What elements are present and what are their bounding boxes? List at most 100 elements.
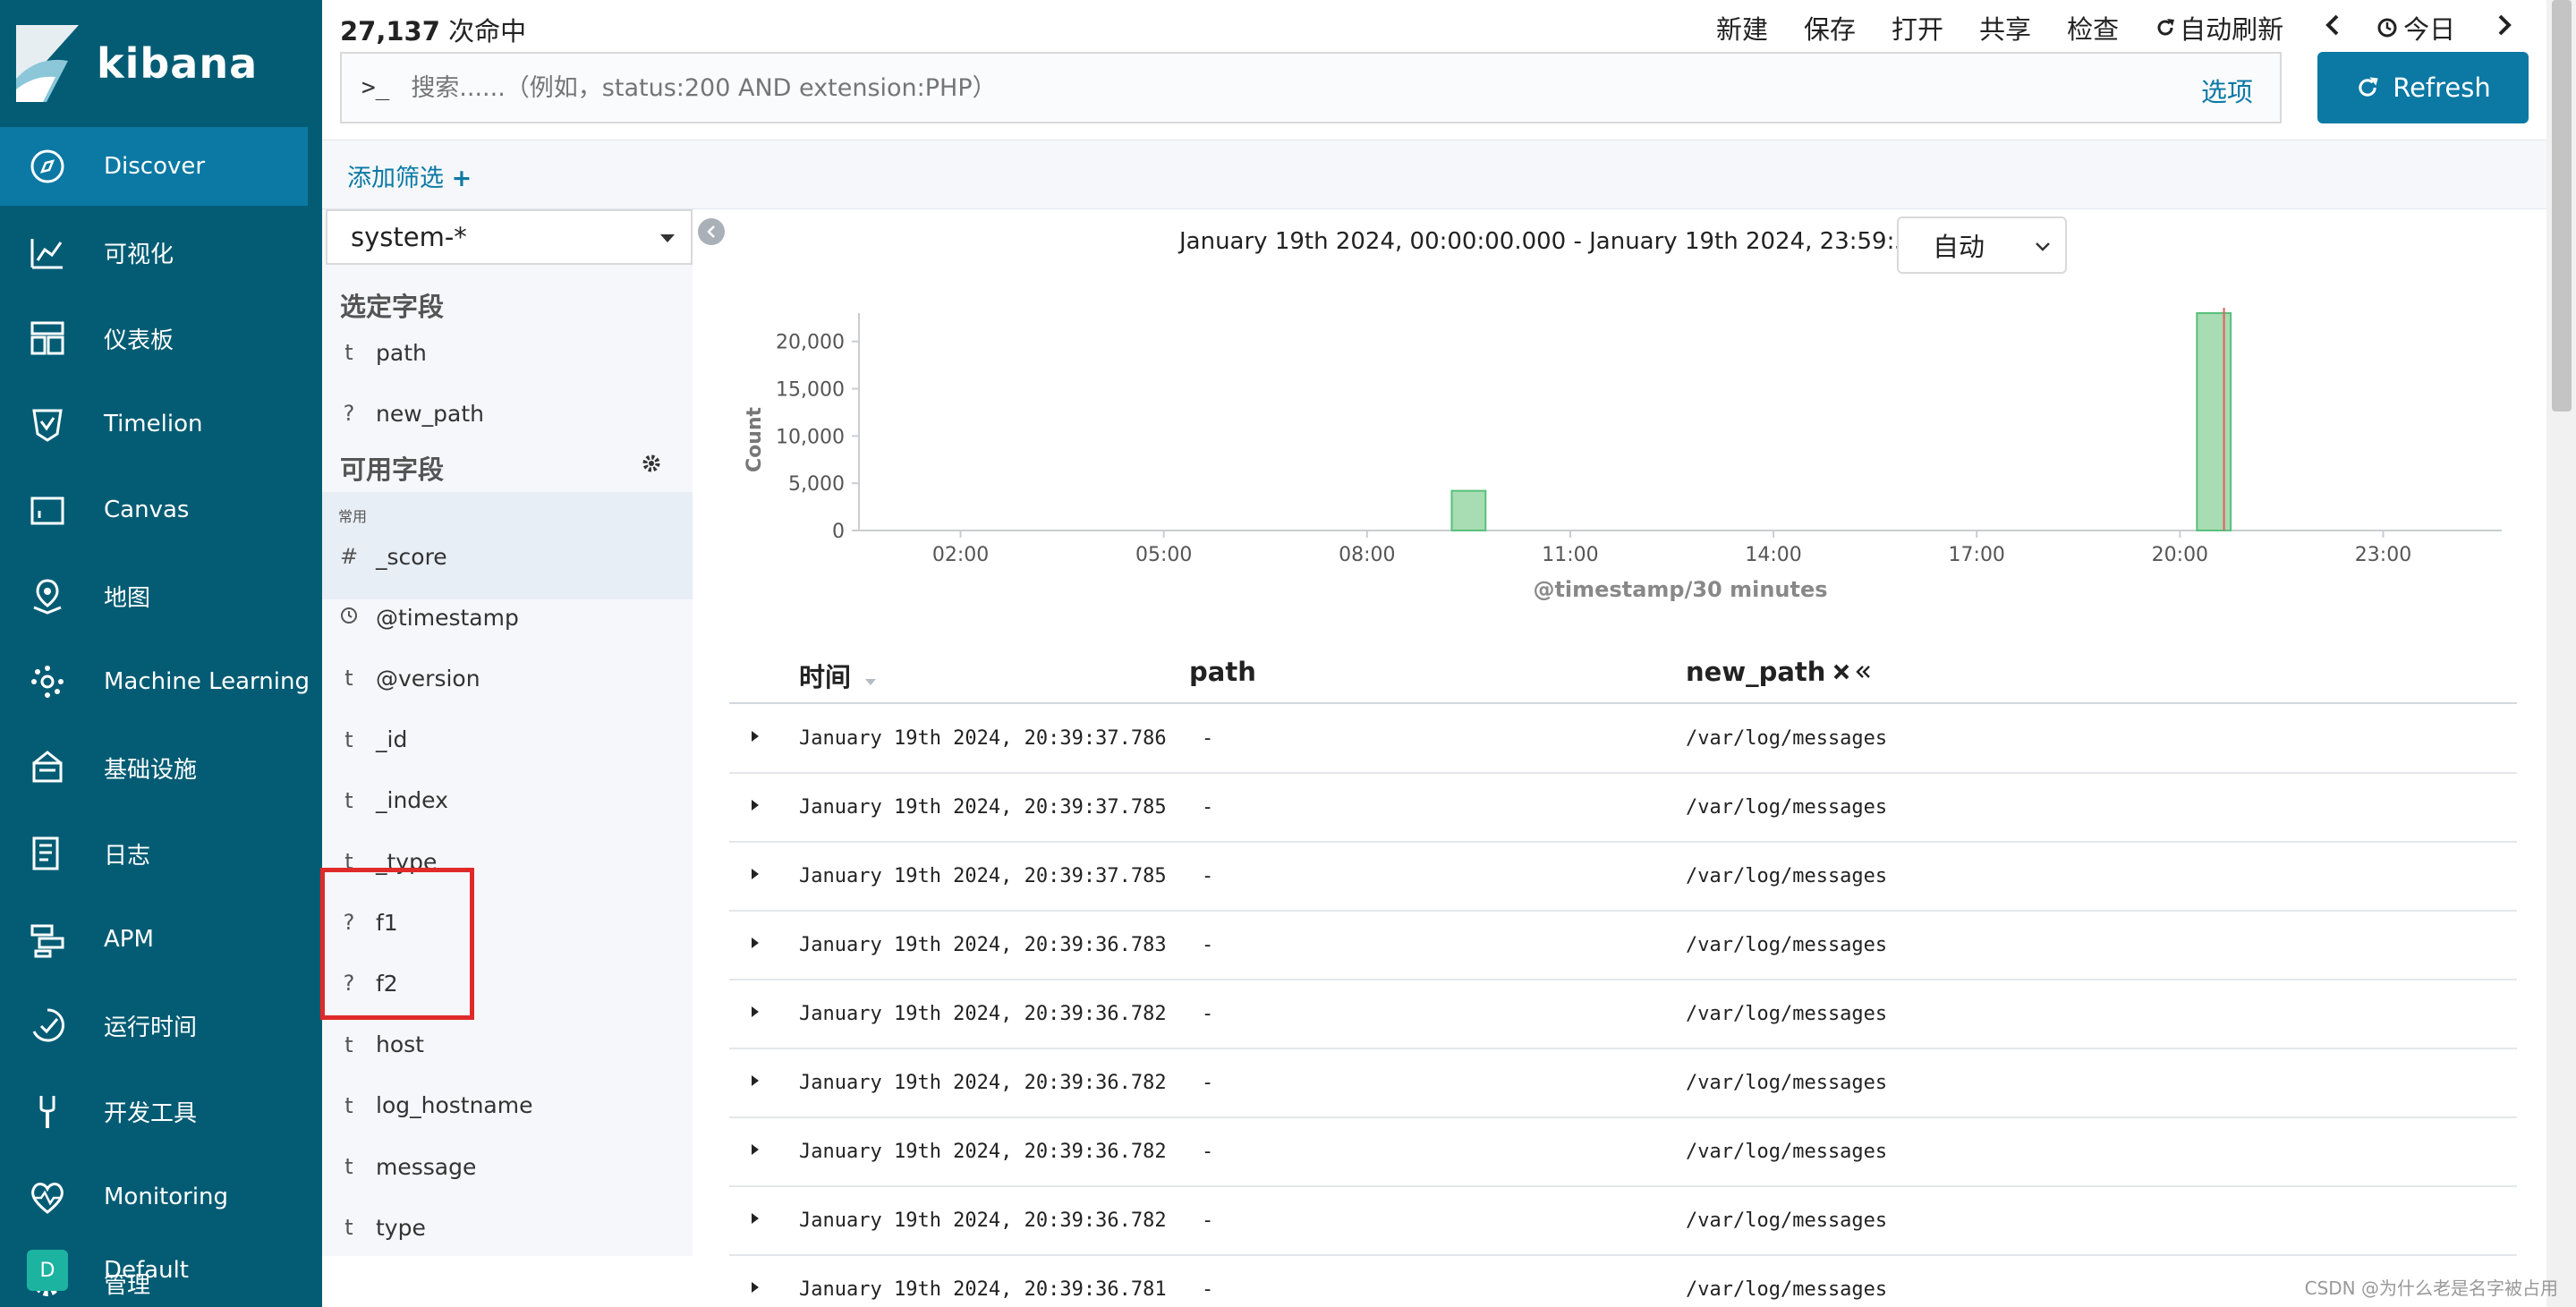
cell-path: -	[1202, 934, 1214, 956]
nav-item-discover[interactable]: Discover	[0, 127, 308, 206]
interval-select[interactable]: 自动	[1897, 216, 2067, 274]
nav-item-item-11[interactable]: 开发工具	[0, 1072, 308, 1150]
nav-label: Discover	[104, 153, 206, 180]
page-scrollbar[interactable]	[2546, 0, 2576, 1307]
cell-path: -	[1202, 727, 1214, 750]
gear-icon[interactable]	[641, 453, 662, 474]
chevron-left-icon	[707, 225, 715, 238]
nav-item-item-7[interactable]: 基础设施	[0, 728, 308, 807]
open-button[interactable]: 打开	[1892, 9, 1943, 47]
space-selector[interactable]: D Default	[0, 1231, 308, 1307]
table-row[interactable]: January 19th 2024, 20:39:37.785 - /var/log…	[729, 774, 2517, 843]
column-header-path[interactable]: path	[1189, 657, 1256, 687]
field-name: host	[376, 1031, 424, 1058]
time-forward-button[interactable]	[2496, 13, 2512, 43]
histogram-bar[interactable]	[1450, 489, 1487, 531]
expand-row-icon[interactable]	[751, 935, 760, 954]
index-pattern-select[interactable]: system-*	[326, 209, 693, 265]
field-name: message	[376, 1153, 477, 1180]
field-type-icon: #	[339, 544, 359, 569]
share-button[interactable]: 共享	[1979, 9, 2031, 47]
auto-refresh-button[interactable]: 自动刷新	[2155, 9, 2283, 47]
nav-item-item-10[interactable]: 运行时间	[0, 986, 308, 1065]
field-item[interactable]: @timestamp	[322, 587, 693, 648]
table-row[interactable]: January 19th 2024, 20:39:37.785 - /var/log…	[729, 843, 2517, 912]
search-input[interactable]	[411, 73, 2112, 102]
expand-row-icon[interactable]	[751, 1142, 760, 1160]
column-header-time[interactable]: 时间	[799, 657, 878, 694]
nav-item-item-8[interactable]: 日志	[0, 814, 308, 893]
hits-suffix: 次命中	[439, 16, 527, 47]
cell-time: January 19th 2024, 20:39:36.782	[799, 1141, 1167, 1163]
table-row[interactable]: January 19th 2024, 20:39:36.782 - /var/log…	[729, 980, 2517, 1049]
remove-column-icon[interactable]	[1832, 663, 1850, 681]
column-header-new-path[interactable]: new_path	[1686, 657, 1872, 687]
nav-item-apm[interactable]: APM	[0, 900, 308, 979]
table-row[interactable]: January 19th 2024, 20:39:36.781 - /var/log…	[729, 1256, 2517, 1307]
expand-row-icon[interactable]	[751, 728, 760, 747]
x-tick-label: 20:00	[2152, 544, 2208, 566]
field-name: type	[376, 1214, 426, 1241]
kibana-logo-icon	[16, 25, 79, 102]
field-item[interactable]: t host	[322, 1014, 693, 1075]
new-button[interactable]: 新建	[1716, 9, 1768, 47]
nav-label: 开发工具	[104, 1099, 198, 1127]
watermark: CSDN @为什么老是名字被占用	[2304, 1277, 2558, 1299]
expand-row-icon[interactable]	[751, 797, 760, 816]
nav-label: 地图	[104, 584, 151, 612]
field-name: _index	[376, 787, 448, 814]
field-item[interactable]: ? new_path	[322, 383, 693, 444]
field-item[interactable]: t _id	[322, 709, 693, 770]
table-row[interactable]: January 19th 2024, 20:39:36.783 - /var/log…	[729, 912, 2517, 980]
field-item[interactable]: t message	[322, 1136, 693, 1197]
refresh-icon	[2359, 77, 2378, 97]
field-item[interactable]: # _score	[322, 526, 693, 587]
table-row[interactable]: January 19th 2024, 20:39:36.782 - /var/log…	[729, 1049, 2517, 1118]
x-tick-label: 08:00	[1339, 544, 1395, 566]
scrollbar-thumb[interactable]	[2552, 0, 2572, 412]
nav-item-machine-learning[interactable]: Machine Learning	[0, 642, 310, 721]
time-picker-button[interactable]: 今日	[2376, 9, 2455, 47]
nav-item-monitoring[interactable]: Monitoring	[0, 1158, 308, 1236]
inspect-button[interactable]: 检查	[2067, 9, 2119, 47]
refresh-button[interactable]: Refresh	[2317, 52, 2529, 123]
move-column-left-icon[interactable]	[1854, 663, 1872, 681]
expand-row-icon[interactable]	[751, 1004, 760, 1023]
nav-item-item-2[interactable]: 仪表板	[0, 299, 308, 378]
nav-item-timelion[interactable]: Timelion	[0, 385, 308, 463]
save-button[interactable]: 保存	[1804, 9, 1856, 47]
table-row[interactable]: January 19th 2024, 20:39:37.786 - /var/log…	[729, 705, 2517, 774]
chevron-left-icon	[2325, 14, 2339, 36]
nav-label: Machine Learning	[104, 668, 310, 695]
x-tick-label: 23:00	[2355, 544, 2411, 566]
nav-item-canvas[interactable]: Canvas	[0, 471, 308, 549]
nav-item-item-1[interactable]: 可视化	[0, 213, 308, 292]
options-link[interactable]: 选项	[2201, 72, 2253, 109]
field-item[interactable]: t log_hostname	[322, 1075, 693, 1136]
expand-row-icon[interactable]	[751, 1279, 760, 1298]
nav-item-item-5[interactable]: 地图	[0, 556, 308, 635]
y-tick-label: 0	[832, 521, 845, 543]
time-back-button[interactable]	[2325, 13, 2341, 43]
cell-time: January 19th 2024, 20:39:37.785	[799, 796, 1167, 819]
field-item[interactable]: t _index	[322, 770, 693, 831]
field-item[interactable]: t @version	[322, 648, 693, 709]
cell-path: -	[1202, 1209, 1214, 1232]
refresh-label: Refresh	[2393, 72, 2491, 103]
add-filter-button[interactable]: 添加筛选 +	[347, 158, 472, 193]
side-nav: kibana Discover 可视化 仪表板 Timelion Canvas 地图 Mac…	[0, 0, 322, 1307]
field-type-icon: t	[344, 726, 353, 752]
histogram-bar[interactable]	[2196, 312, 2232, 531]
expand-row-icon[interactable]	[751, 1073, 760, 1091]
sort-icon[interactable]	[863, 677, 878, 686]
kibana-logo[interactable]: kibana	[16, 23, 258, 104]
table-row[interactable]: January 19th 2024, 20:39:36.782 - /var/log…	[729, 1118, 2517, 1187]
expand-row-icon[interactable]	[751, 1210, 760, 1229]
field-item[interactable]: t type	[322, 1197, 693, 1258]
field-name: path	[376, 339, 427, 366]
table-row[interactable]: January 19th 2024, 20:39:36.782 - /var/log…	[729, 1187, 2517, 1256]
x-axis-title: @timestamp/30 minutes	[1533, 577, 1827, 602]
expand-row-icon[interactable]	[751, 866, 760, 885]
field-item[interactable]: t path	[322, 322, 693, 383]
collapse-sidebar-button[interactable]	[698, 218, 725, 245]
